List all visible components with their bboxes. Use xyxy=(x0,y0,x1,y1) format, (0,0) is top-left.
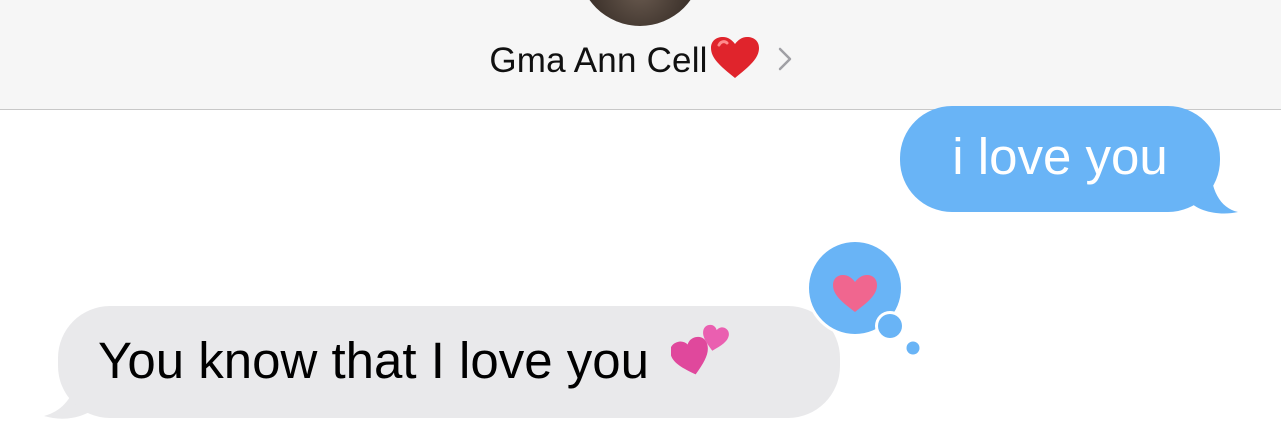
chevron-right-icon xyxy=(778,47,792,76)
received-message-bubble[interactable]: You know that I love you xyxy=(58,306,840,418)
two-hearts-icon xyxy=(670,321,731,389)
contact-details-button[interactable]: Gma Ann Cell xyxy=(0,36,1281,85)
contact-name: Gma Ann Cell xyxy=(489,40,708,80)
sent-message-text: i love you xyxy=(952,127,1168,185)
sent-message-bubble[interactable]: i love you xyxy=(900,106,1220,212)
conversation-header: Gma Ann Cell xyxy=(0,0,1281,110)
red-heart-icon xyxy=(710,36,760,85)
heart-tapback-icon[interactable] xyxy=(800,238,930,358)
received-message-text: You know that I love you xyxy=(98,331,649,389)
contact-avatar[interactable] xyxy=(578,0,702,26)
